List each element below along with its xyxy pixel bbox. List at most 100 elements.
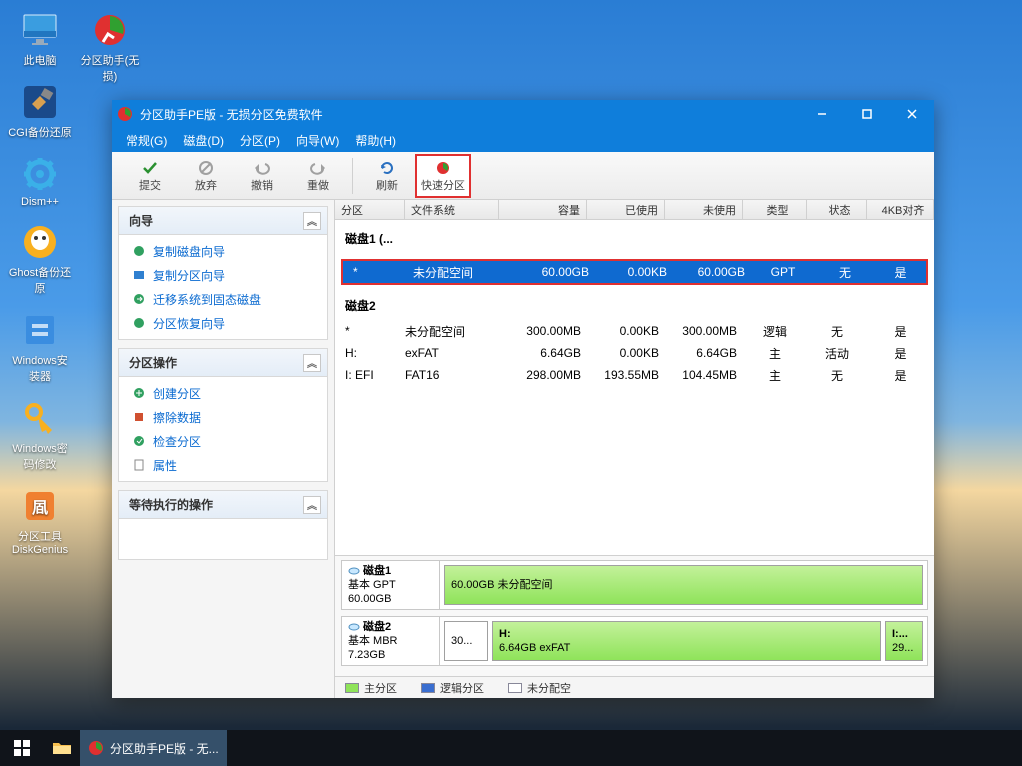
close-button[interactable] bbox=[889, 100, 934, 128]
table-row[interactable]: * 未分配空间 60.00GB 0.00KB 60.00GB GPT 无 是 bbox=[343, 261, 926, 283]
statusbar: 主分区 逻辑分区 未分配空 bbox=[335, 676, 934, 698]
key-icon bbox=[20, 398, 60, 438]
file-explorer-button[interactable] bbox=[44, 730, 80, 766]
desktop-icon-wininstall[interactable]: Windows安装器 bbox=[8, 310, 72, 384]
redo-icon bbox=[308, 159, 328, 177]
op-create-partition[interactable]: 创建分区 bbox=[119, 381, 327, 405]
col-status[interactable]: 状态 bbox=[807, 200, 867, 219]
partition-block[interactable]: I:...29... bbox=[885, 621, 923, 661]
desktop-icon-this-pc[interactable]: 此电脑 bbox=[8, 10, 72, 68]
wizard-copy-disk[interactable]: 复制磁盘向导 bbox=[119, 239, 327, 263]
discard-button[interactable]: 放弃 bbox=[178, 154, 234, 198]
ghost-icon bbox=[20, 222, 60, 262]
col-filesystem[interactable]: 文件系统 bbox=[405, 200, 499, 219]
col-type[interactable]: 类型 bbox=[743, 200, 807, 219]
desktop-icon-password[interactable]: Windows密码修改 bbox=[8, 398, 72, 472]
col-partition[interactable]: 分区 bbox=[335, 200, 405, 219]
collapse-button[interactable]: ︽ bbox=[303, 496, 321, 514]
taskbar: 分区助手PE版 - 无... bbox=[0, 730, 1022, 766]
desktop-icon-dism[interactable]: Dism++ bbox=[8, 154, 72, 208]
minimize-button[interactable] bbox=[799, 100, 844, 128]
toolbar: 提交 放弃 撤销 重做 刷新 快速分区 bbox=[112, 152, 934, 200]
partition-block[interactable]: H:6.64GB exFAT bbox=[492, 621, 881, 661]
col-free[interactable]: 未使用 bbox=[665, 200, 743, 219]
menu-general[interactable]: 常规(G) bbox=[120, 130, 173, 151]
diskmap-disk1[interactable]: 磁盘1基本 GPT60.00GB 60.00GB 未分配空间 bbox=[341, 560, 928, 610]
disk-map: 磁盘1基本 GPT60.00GB 60.00GB 未分配空间 磁盘2基本 MBR… bbox=[335, 555, 934, 676]
collapse-button[interactable]: ︽ bbox=[303, 354, 321, 372]
taskbar-app-label: 分区助手PE版 - 无... bbox=[110, 740, 219, 757]
menu-partition[interactable]: 分区(P) bbox=[234, 130, 286, 151]
desktop-icon-label: 分区工具DiskGenius bbox=[8, 528, 72, 556]
wizard-panel: 向导 ︽ 复制磁盘向导 复制分区向导 迁移系统到固态磁盘 分区恢复向导 bbox=[118, 206, 328, 340]
wizard-panel-title: 向导 bbox=[129, 212, 153, 229]
col-capacity[interactable]: 容量 bbox=[499, 200, 587, 219]
op-check-partition[interactable]: 检查分区 bbox=[119, 429, 327, 453]
desktop-icon-ghost[interactable]: Ghost备份还原 bbox=[8, 222, 72, 296]
menu-help[interactable]: 帮助(H) bbox=[349, 130, 402, 151]
desktop-icon-label: Windows密码修改 bbox=[8, 440, 72, 472]
refresh-icon bbox=[377, 159, 397, 177]
app-window: 分区助手PE版 - 无损分区免费软件 常规(G) 磁盘(D) 分区(P) 向导(… bbox=[112, 100, 934, 698]
highlighted-selection: * 未分配空间 60.00GB 0.00KB 60.00GB GPT 无 是 bbox=[341, 259, 928, 285]
taskbar-app-button[interactable]: 分区助手PE版 - 无... bbox=[80, 730, 227, 766]
op-wipe-data[interactable]: 擦除数据 bbox=[119, 405, 327, 429]
desktop-icon-label: Dism++ bbox=[21, 196, 59, 208]
desktop-icon-label: 此电脑 bbox=[24, 52, 57, 68]
partition-block[interactable]: 30... bbox=[444, 621, 488, 661]
wizard-copy-partition[interactable]: 复制分区向导 bbox=[119, 263, 327, 287]
undo-icon bbox=[252, 159, 272, 177]
op-properties[interactable]: 属性 bbox=[119, 453, 327, 477]
wizard-recover[interactable]: 分区恢复向导 bbox=[119, 311, 327, 335]
discard-icon bbox=[196, 159, 216, 177]
legend-logical: 逻辑分区 bbox=[421, 680, 484, 696]
operations-panel: 分区操作 ︽ 创建分区 擦除数据 检查分区 属性 bbox=[118, 348, 328, 482]
menu-disk[interactable]: 磁盘(D) bbox=[177, 130, 230, 151]
desktop-icon-diskgenius[interactable]: 凮 分区工具DiskGenius bbox=[8, 486, 72, 556]
partition-block[interactable]: 60.00GB 未分配空间 bbox=[444, 565, 923, 605]
table-row[interactable]: *未分配空间300.00MB0.00KB300.00MB逻辑无是 bbox=[335, 320, 934, 342]
refresh-button[interactable]: 刷新 bbox=[359, 154, 415, 198]
start-button[interactable] bbox=[0, 730, 44, 766]
menu-wizard[interactable]: 向导(W) bbox=[290, 130, 345, 151]
desktop-icon-paragon[interactable]: 分区助手(无 损) bbox=[78, 10, 142, 84]
diskgenius-icon: 凮 bbox=[20, 486, 60, 526]
disk1-section[interactable]: 磁盘1 (... bbox=[335, 220, 934, 253]
diskmap-disk2[interactable]: 磁盘2基本 MBR7.23GB 30... H:6.64GB exFAT I:.… bbox=[341, 616, 928, 666]
col-used[interactable]: 已使用 bbox=[587, 200, 665, 219]
pending-panel-title: 等待执行的操作 bbox=[129, 496, 213, 513]
app-icon bbox=[88, 740, 104, 756]
titlebar[interactable]: 分区助手PE版 - 无损分区免费软件 bbox=[112, 100, 934, 128]
window-title: 分区助手PE版 - 无损分区免费软件 bbox=[140, 106, 799, 123]
toolbar-separator bbox=[352, 158, 353, 194]
table-row[interactable]: I: EFIFAT16298.00MB193.55MB104.45MB主无是 bbox=[335, 364, 934, 386]
commit-button[interactable]: 提交 bbox=[122, 154, 178, 198]
desktop-icon-label: 分区助手(无 损) bbox=[81, 52, 140, 84]
wizard-migrate-ssd[interactable]: 迁移系统到固态磁盘 bbox=[119, 287, 327, 311]
sidebar: 向导 ︽ 复制磁盘向导 复制分区向导 迁移系统到固态磁盘 分区恢复向导 分区操作 ︽… bbox=[112, 200, 334, 698]
disk2-section[interactable]: 磁盘2 bbox=[335, 287, 934, 320]
ops-panel-title: 分区操作 bbox=[129, 354, 177, 371]
monitor-icon bbox=[20, 10, 60, 50]
wipe-icon bbox=[129, 409, 149, 425]
col-4kb[interactable]: 4KB对齐 bbox=[867, 200, 934, 219]
partition-icon bbox=[90, 10, 130, 50]
menubar: 常规(G) 磁盘(D) 分区(P) 向导(W) 帮助(H) bbox=[112, 128, 934, 152]
table-row[interactable]: H:exFAT6.64GB0.00KB6.64GB主活动是 bbox=[335, 342, 934, 364]
migrate-icon bbox=[129, 291, 149, 307]
partition-copy-icon bbox=[129, 267, 149, 283]
check-icon bbox=[140, 159, 160, 177]
undo-button[interactable]: 撤销 bbox=[234, 154, 290, 198]
quick-partition-button[interactable]: 快速分区 bbox=[415, 154, 471, 198]
grid-header: 分区 文件系统 容量 已使用 未使用 类型 状态 4KB对齐 bbox=[335, 200, 934, 220]
disk-icon bbox=[348, 622, 360, 632]
properties-icon bbox=[129, 457, 149, 473]
maximize-button[interactable] bbox=[844, 100, 889, 128]
disk-copy-icon bbox=[129, 243, 149, 259]
desktop-icon-label: Windows安装器 bbox=[8, 352, 72, 384]
svg-text:凮: 凮 bbox=[32, 499, 48, 517]
collapse-button[interactable]: ︽ bbox=[303, 212, 321, 230]
redo-button[interactable]: 重做 bbox=[290, 154, 346, 198]
desktop-icon-cgi[interactable]: CGI备份还原 bbox=[8, 82, 72, 140]
desktop-icon-label: Ghost备份还原 bbox=[8, 264, 72, 296]
